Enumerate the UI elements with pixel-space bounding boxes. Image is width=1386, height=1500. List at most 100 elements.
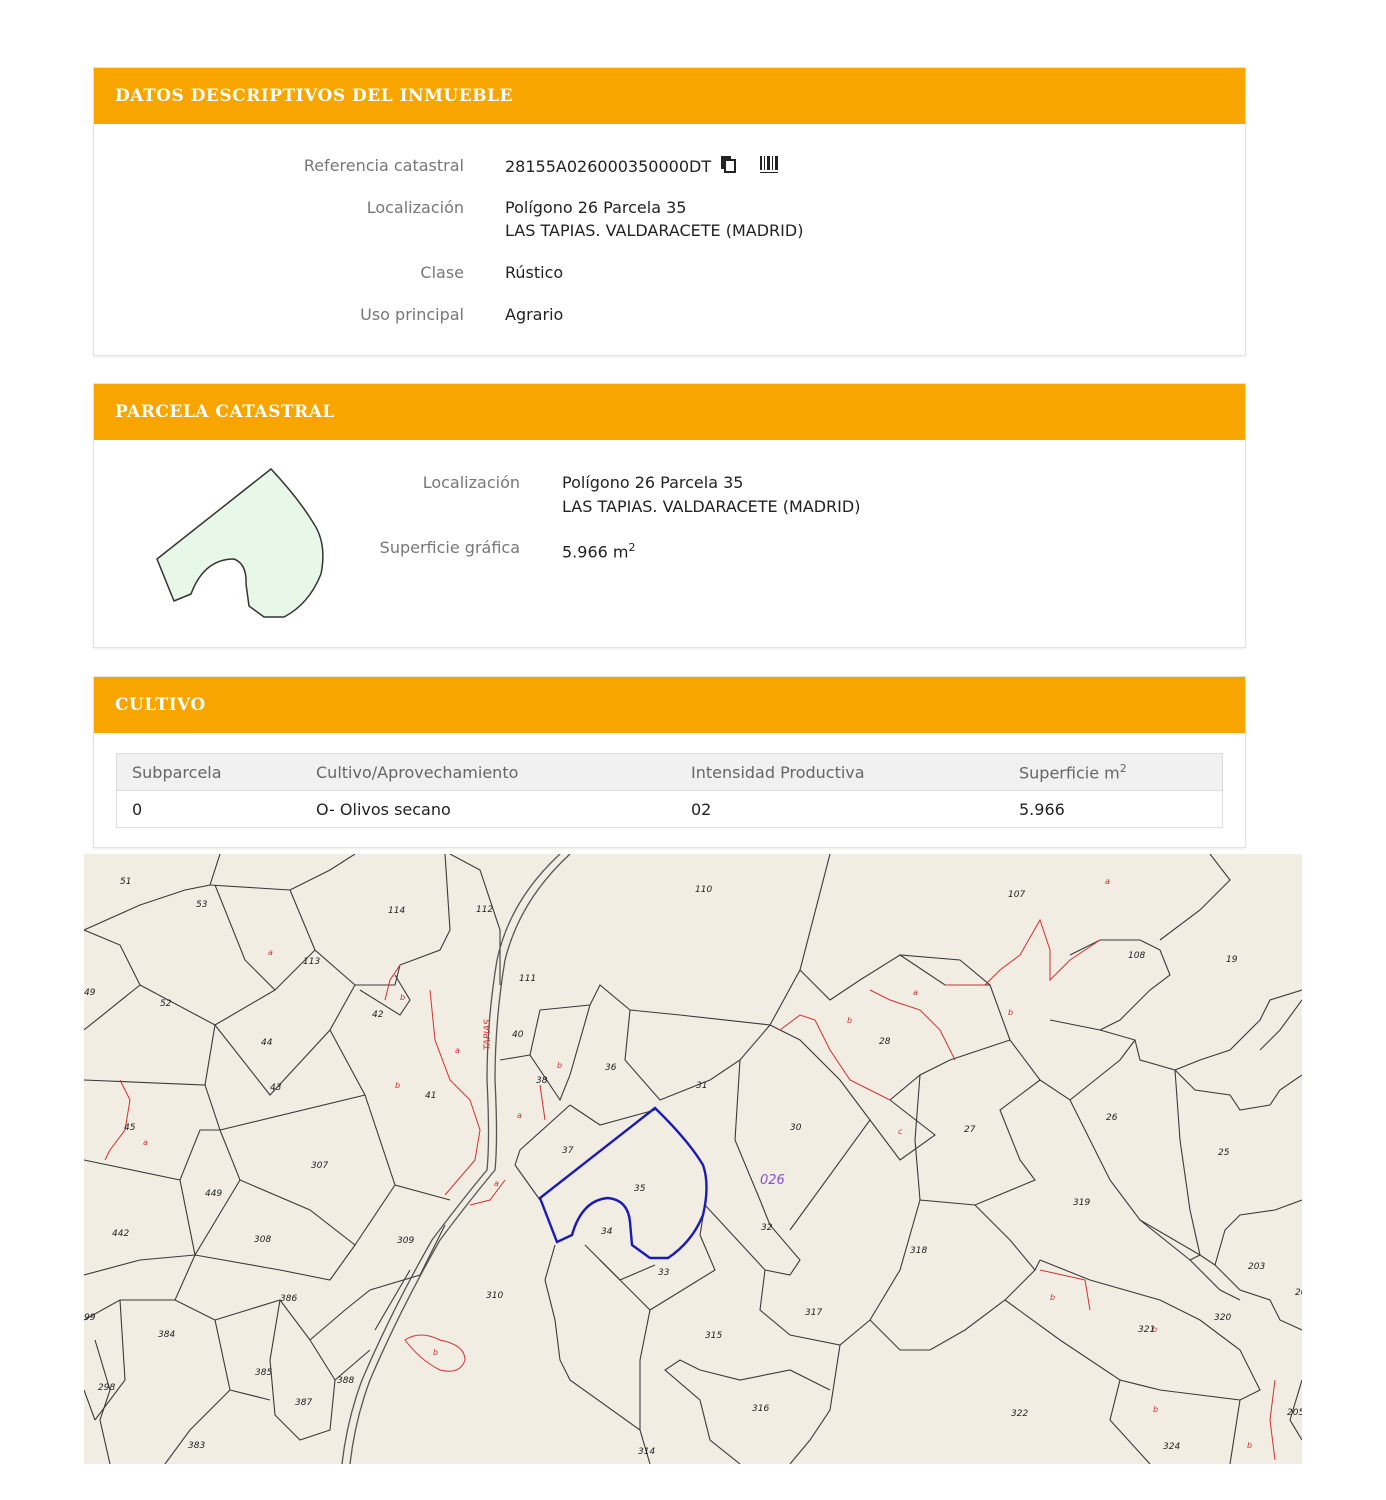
cell-subparcela: 0 — [132, 799, 143, 819]
parcel-label: 316 — [752, 1404, 769, 1414]
parcel-label: 41 — [425, 1091, 436, 1101]
cultivo-panel: CULTIVO Subparcela Cultivo/Aprovechamien… — [93, 676, 1246, 848]
parcel-label: 298 — [98, 1383, 115, 1393]
parcel-label: 383 — [188, 1441, 205, 1451]
cell-superficie: 5.966 — [1019, 799, 1065, 819]
parcel-label: 51 — [120, 877, 131, 887]
parcel-label: 322 — [1011, 1409, 1028, 1419]
loc-line1: Polígono 26 Parcela 35 — [505, 198, 687, 217]
col-superficie-exp: 2 — [1119, 761, 1127, 775]
parcela-loc-line1: Polígono 26 Parcela 35 — [562, 473, 744, 492]
subparcel-label: b — [1247, 1441, 1252, 1450]
subparcel-label: a — [455, 1046, 460, 1055]
copy-icon[interactable] — [718, 154, 738, 181]
parcel-label: 308 — [254, 1235, 271, 1245]
cadastral-map[interactable]: 51 53 114 112 110 107 19 49 52 113 111 108 42 44 40 28 3… — [84, 854, 1302, 1464]
parcel-label: 114 — [388, 906, 405, 916]
subparcel-label: b — [1008, 1008, 1013, 1017]
barcode-icon[interactable] — [759, 154, 779, 181]
parcela-panel: PARCELA CATASTRAL Localización Polígono … — [93, 383, 1246, 648]
parcel-35-outline — [538, 1106, 708, 1260]
parcel-label: 31 — [696, 1081, 707, 1091]
parcel-label: 384 — [158, 1330, 175, 1340]
parcel-label: 317 — [805, 1308, 822, 1318]
parcel-label: 324 — [1163, 1442, 1180, 1452]
parcel-label: 44 — [261, 1038, 273, 1048]
subparcel-label: b — [400, 993, 405, 1002]
parcel-shape — [156, 467, 324, 618]
parcel-label: 27 — [964, 1125, 976, 1135]
parcel-label: 32 — [761, 1223, 773, 1233]
subparcel-label: a — [1105, 877, 1110, 886]
parcel-label: 315 — [705, 1331, 722, 1341]
cell-intensidad: 02 — [691, 799, 712, 819]
subparcel-label: b — [1153, 1405, 1158, 1414]
parcel-label: 34 — [601, 1227, 613, 1237]
parcel-label: 20 — [1295, 1288, 1302, 1298]
col-superficie-label: Superficie m — [1019, 763, 1120, 783]
clase-label: Clase — [420, 263, 464, 282]
subparcel-label: a — [494, 1179, 499, 1188]
loc-line2: LAS TAPIAS. VALDARACETE (MADRID) — [505, 221, 804, 240]
parcel-label: 99 — [84, 1313, 96, 1323]
subparcel-label: a — [517, 1111, 522, 1120]
subparcel-label: c — [898, 1127, 903, 1136]
parcel-label: 319 — [1073, 1198, 1090, 1208]
parcel-label: 38 — [536, 1076, 548, 1086]
parcel-label: 309 — [397, 1236, 414, 1246]
parcel-label: 26 — [1106, 1113, 1118, 1123]
cultivo-header: CULTIVO — [94, 677, 1245, 733]
parcel-label: 449 — [205, 1189, 222, 1199]
uso-label: Uso principal — [360, 305, 464, 324]
parcel-label: 388 — [337, 1376, 354, 1386]
cultivo-head-row: Subparcela Cultivo/Aprovechamiento Inten… — [116, 753, 1223, 791]
parcel-label: 205 — [1287, 1408, 1302, 1418]
polygon-label: 026 — [760, 1173, 785, 1188]
sup-exp: 2 — [628, 541, 636, 554]
parcel-label: 42 — [372, 1010, 384, 1020]
col-cultivo: Cultivo/Aprovechamiento — [301, 753, 676, 791]
parcel-label: 36 — [605, 1063, 617, 1073]
subparcel-label: b — [847, 1016, 852, 1025]
parcel-labels: 51 53 114 112 110 107 19 49 52 113 111 108 42 44 40 28 3… — [84, 877, 1302, 1457]
parcel-label: 386 — [280, 1294, 297, 1304]
parcel-label: 40 — [512, 1030, 524, 1040]
subparcel-label: b — [433, 1348, 438, 1357]
subparcel-label: b — [395, 1081, 400, 1090]
col-subparcela: Subparcela — [116, 753, 301, 791]
parcel-label: 49 — [84, 988, 96, 998]
parcel-label: 307 — [311, 1161, 328, 1171]
subparcel-label: b — [1152, 1325, 1157, 1334]
parcel-label: 33 — [658, 1268, 670, 1278]
parcel-label: 53 — [196, 900, 208, 910]
parcel-label: 387 — [295, 1398, 312, 1408]
cultivo-table: Subparcela Cultivo/Aprovechamiento Inten… — [116, 753, 1223, 828]
col-superficie: Superficie m2 — [1004, 753, 1223, 791]
parcela-loc-label: Localización — [422, 473, 520, 492]
parcela-loc-line2: LAS TAPIAS. VALDARACETE (MADRID) — [562, 497, 861, 516]
sup-value: 5.966 m2 — [562, 536, 635, 564]
parcel-label: 30 — [790, 1123, 802, 1133]
parcel-label: 442 — [112, 1229, 129, 1239]
subparcel-label: a — [268, 948, 273, 957]
ref-value-row: 28155A026000350000DT — [505, 154, 779, 181]
sup-label: Superficie gráfica — [379, 538, 520, 557]
parcel-label: 203 — [1248, 1262, 1265, 1272]
parcel-label: 110 — [695, 885, 712, 895]
parcel-label: 318 — [910, 1246, 927, 1256]
parcel-label: 19 — [1226, 955, 1238, 965]
subparcel-label: a — [913, 988, 918, 997]
parcel-label: 37 — [562, 1146, 574, 1156]
sup-number: 5.966 m — [562, 542, 629, 562]
parcela-header: PARCELA CATASTRAL — [94, 384, 1245, 440]
parcel-label: 35 — [634, 1184, 646, 1194]
road-label: TAPIAS — [483, 1019, 493, 1050]
parcel-label: 320 — [1214, 1313, 1231, 1323]
ref-label: Referencia catastral — [303, 156, 464, 175]
parcel-label: 112 — [476, 905, 493, 915]
descriptive-panel: DATOS DESCRIPTIVOS DEL INMUEBLE Referenc… — [93, 67, 1246, 356]
ref-value: 28155A026000350000DT — [505, 157, 712, 176]
subparcel-label: a — [143, 1138, 148, 1147]
parcel-label: 25 — [1218, 1148, 1230, 1158]
parcel-label: 113 — [303, 957, 320, 967]
